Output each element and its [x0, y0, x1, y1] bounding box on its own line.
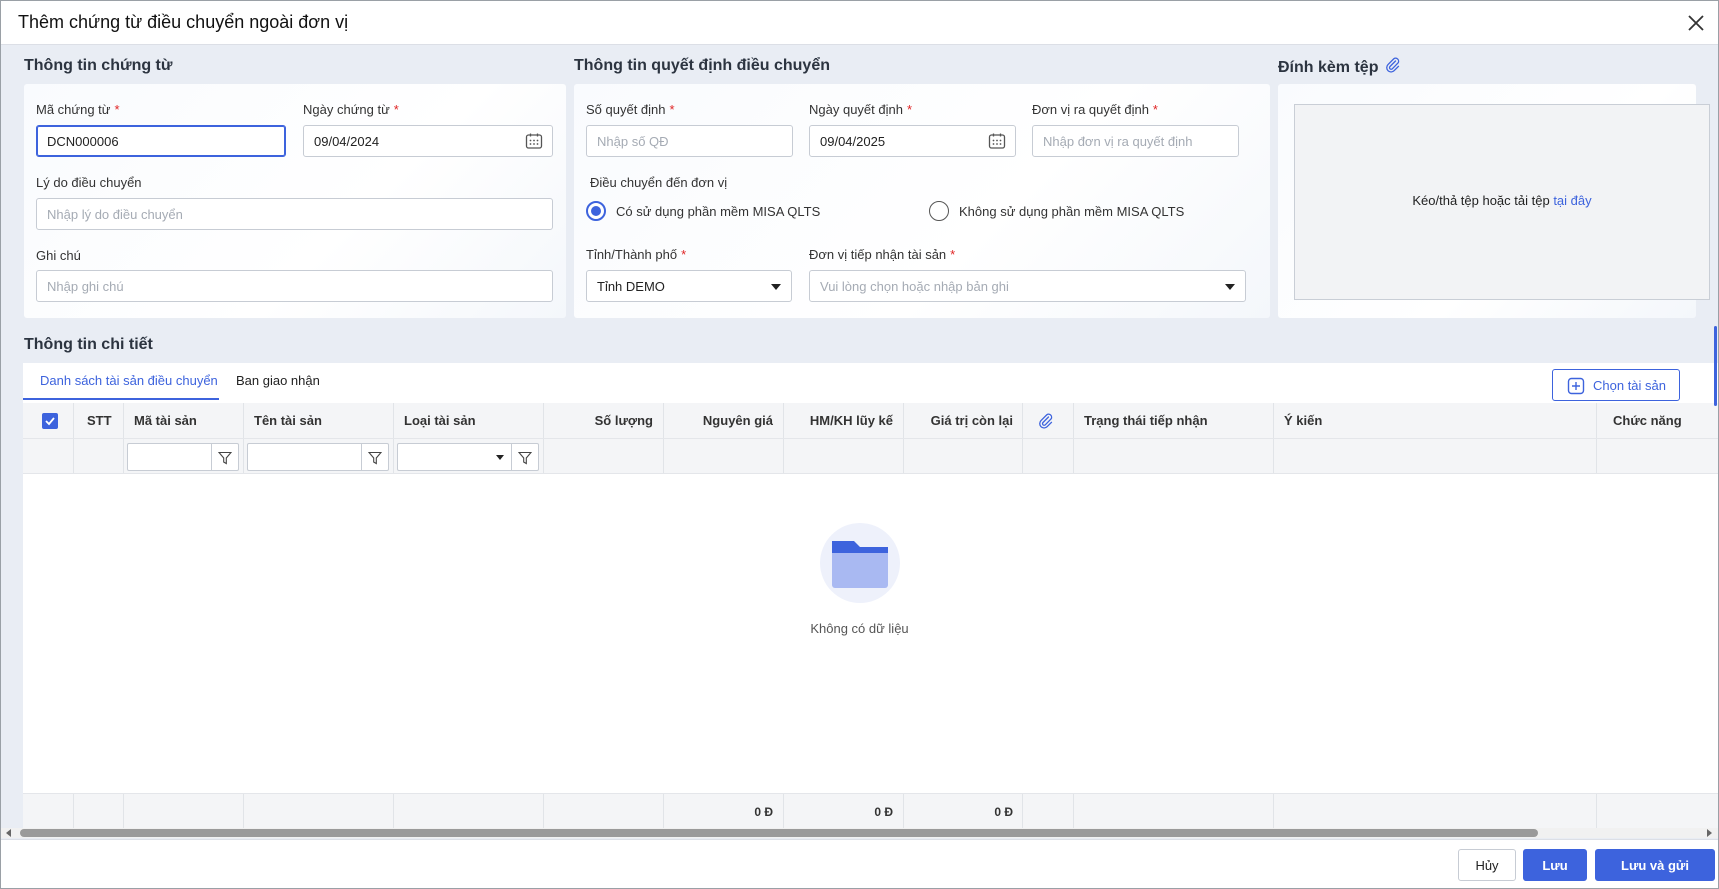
col-asset-code[interactable]: Mã tài sản — [134, 413, 197, 428]
col-asset-type[interactable]: Loại tài sản — [404, 413, 476, 428]
transfer-reason-label: Lý do điều chuyển — [36, 175, 142, 190]
totals-row: 0 Đ 0 Đ 0 Đ — [23, 793, 1718, 829]
detail-panel: Danh sách tài sản điều chuyển Ban giao n… — [23, 363, 1718, 829]
radio-uses-misa-label: Có sử dụng phần mềm MISA QLTS — [616, 204, 821, 219]
decision-issuer-label: Đơn vị ra quyết định * — [1032, 102, 1158, 117]
plus-square-icon — [1567, 377, 1585, 395]
voucher-code-label: Mã chứng từ * — [36, 102, 120, 117]
voucher-date-label: Ngày chứng từ * — [303, 102, 399, 117]
voucher-info-heading: Thông tin chứng từ — [24, 57, 173, 74]
filter-icon[interactable] — [518, 451, 532, 465]
caret-down-icon — [496, 455, 504, 460]
calendar-icon[interactable] — [525, 132, 543, 150]
empty-state-text: Không có dữ liệu — [810, 621, 909, 636]
filter-row — [23, 439, 1718, 474]
col-stt: STT — [87, 413, 112, 428]
asset-type-filter[interactable] — [397, 443, 539, 471]
active-tab-indicator — [23, 398, 219, 400]
voucher-date-picker[interactable]: 09/04/2024 — [303, 125, 553, 157]
transfer-voucher-dialog: Thêm chứng từ điều chuyển ngoài đơn vị T… — [0, 0, 1719, 889]
dialog-titlebar: Thêm chứng từ điều chuyển ngoài đơn vị — [1, 1, 1718, 45]
file-drop-zone[interactable]: Kéo/thả tệp hoặc tải tệp tại đây — [1294, 104, 1710, 300]
cancel-button[interactable]: Hủy — [1458, 849, 1516, 881]
note-input[interactable] — [36, 270, 553, 302]
dialog-footer: Hủy Lưu Lưu và gửi — [1, 839, 1718, 888]
caret-down-icon — [771, 284, 781, 290]
check-icon — [45, 417, 55, 426]
filter-icon[interactable] — [368, 451, 382, 465]
radio-not-uses-misa[interactable] — [929, 201, 949, 221]
col-remaining-value[interactable]: Giá trị còn lại — [913, 413, 1013, 428]
col-actions: Chức năng — [1613, 413, 1682, 428]
tab-handover-committee[interactable]: Ban giao nhận — [236, 373, 320, 388]
province-select[interactable]: Tỉnh DEMO — [586, 270, 792, 302]
select-all-checkbox[interactable] — [42, 413, 58, 429]
radio-not-uses-misa-label: Không sử dụng phần mềm MISA QLTS — [959, 204, 1185, 219]
voucher-code-input[interactable] — [36, 125, 286, 157]
asset-code-filter[interactable] — [127, 443, 239, 471]
filter-icon[interactable] — [218, 451, 232, 465]
transfer-to-label: Điều chuyển đến đơn vị — [590, 175, 728, 190]
total-accumulated-depreciation: 0 Đ — [874, 805, 893, 819]
receiver-unit-placeholder: Vui lòng chọn hoặc nhập bản ghi — [820, 279, 1009, 294]
decision-info-heading: Thông tin quyết định điều chuyển — [574, 57, 830, 74]
scroll-left-arrow[interactable] — [6, 829, 11, 837]
upload-link[interactable]: tại đây — [1553, 193, 1591, 208]
decision-info-card: Số quyết định* Ngày quyết định* 09/04/20… — [574, 84, 1270, 318]
col-quantity[interactable]: Số lượng — [553, 413, 653, 428]
vertical-scrollbar[interactable] — [1714, 326, 1717, 406]
choose-asset-label: Chọn tài sản — [1593, 378, 1666, 393]
decision-issuer-input[interactable] — [1032, 125, 1239, 157]
transfer-reason-input[interactable] — [36, 198, 553, 230]
col-opinion[interactable]: Ý kiến — [1284, 413, 1322, 428]
col-receive-status[interactable]: Trạng thái tiếp nhận — [1084, 413, 1208, 428]
decision-number-input[interactable] — [586, 125, 793, 157]
choose-asset-button[interactable]: Chọn tài sản — [1552, 369, 1680, 401]
asset-name-filter[interactable] — [247, 443, 389, 471]
col-original-cost[interactable]: Nguyên giá — [673, 413, 773, 428]
empty-state: Không có dữ liệu — [23, 523, 1696, 636]
province-value: Tỉnh DEMO — [597, 279, 665, 294]
paperclip-icon — [1039, 413, 1053, 429]
save-and-send-button[interactable]: Lưu và gửi — [1595, 849, 1715, 881]
paperclip-icon[interactable] — [1385, 57, 1401, 73]
receiver-unit-select[interactable]: Vui lòng chọn hoặc nhập bản ghi — [809, 270, 1246, 302]
note-label: Ghi chú — [36, 248, 81, 263]
decision-date-picker[interactable]: 09/04/2025 — [809, 125, 1016, 157]
total-remaining-value: 0 Đ — [994, 805, 1013, 819]
attachment-heading: Đính kèm tệp — [1278, 57, 1401, 77]
calendar-icon[interactable] — [988, 132, 1006, 150]
col-accumulated-depreciation[interactable]: HM/KH lũy kế — [793, 413, 893, 428]
total-original-cost: 0 Đ — [754, 805, 773, 819]
province-label: Tỉnh/Thành phố * — [586, 247, 687, 262]
detail-info-heading: Thông tin chi tiết — [24, 336, 153, 353]
save-button[interactable]: Lưu — [1523, 849, 1587, 881]
horizontal-scrollbar[interactable] — [1, 828, 1718, 838]
close-icon[interactable] — [1684, 11, 1708, 35]
horizontal-scroll-thumb[interactable] — [20, 829, 1538, 837]
decision-number-label: Số quyết định * — [586, 102, 675, 117]
dialog-title: Thêm chứng từ điều chuyển ngoài đơn vị — [18, 12, 349, 32]
folder-icon — [819, 523, 900, 603]
col-asset-name[interactable]: Tên tài sản — [254, 413, 322, 428]
scroll-right-arrow[interactable] — [1707, 829, 1712, 837]
attachment-heading-text: Đính kèm tệp — [1278, 59, 1379, 76]
radio-uses-misa[interactable] — [586, 201, 606, 221]
tab-asset-list[interactable]: Danh sách tài sản điều chuyển — [40, 373, 218, 388]
receiver-unit-label: Đơn vị tiếp nhận tài sản * — [809, 247, 956, 262]
drop-zone-text: Kéo/thả tệp hoặc tải tệp tại đây — [1412, 193, 1592, 208]
decision-date-value: 09/04/2025 — [820, 134, 886, 149]
table-header: STT Mã tài sản Tên tài sản Loại tài sản … — [23, 403, 1718, 439]
voucher-info-card: Mã chứng từ* Ngày chứng từ* 09/04/2024 L… — [24, 84, 566, 318]
decision-date-label: Ngày quyết định * — [809, 102, 913, 117]
voucher-date-value: 09/04/2024 — [314, 134, 380, 149]
caret-down-icon — [1225, 284, 1235, 290]
